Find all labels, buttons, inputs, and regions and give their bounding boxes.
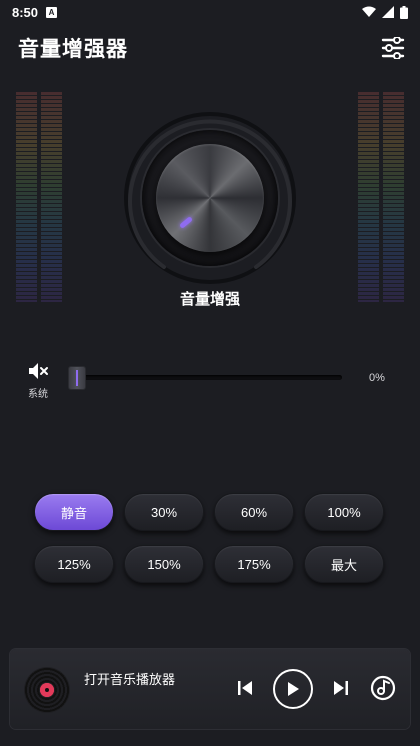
next-icon — [334, 681, 348, 695]
volume-knob[interactable] — [124, 112, 296, 284]
header: 音量增强器 — [18, 30, 406, 66]
volume-slider-track[interactable] — [70, 375, 342, 380]
page-title: 音量增强器 — [18, 38, 128, 61]
play-button[interactable] — [273, 669, 313, 709]
preset-button[interactable]: 静音 — [34, 493, 114, 531]
volume-slider-thumb[interactable] — [68, 366, 86, 390]
music-player-bar[interactable]: 打开音乐播放器 — [10, 649, 410, 729]
music-note-icon — [370, 675, 396, 701]
slider-value: 0% — [369, 372, 385, 384]
wifi-icon — [362, 6, 376, 17]
system-volume-row: 系统 0% — [0, 360, 420, 400]
spectrum-meter-left — [14, 92, 64, 302]
preset-button[interactable]: 60% — [214, 493, 294, 531]
music-app-button[interactable] — [370, 675, 396, 701]
status-bar: 8:50 A — [0, 0, 420, 24]
preset-button[interactable]: 175% — [214, 545, 294, 583]
player-label: 打开音乐播放器 — [84, 672, 176, 687]
spectrum-meter-right — [356, 92, 406, 302]
next-button[interactable] — [332, 679, 350, 697]
status-time: 8:50 — [12, 4, 39, 20]
app-notification-icon: A — [46, 6, 58, 18]
knob-cap[interactable] — [156, 144, 264, 252]
sliders-icon — [381, 37, 405, 59]
previous-button[interactable] — [236, 679, 254, 697]
signal-icon — [382, 6, 394, 18]
battery-icon — [400, 5, 408, 19]
settings-button[interactable] — [380, 35, 406, 61]
vinyl-disc-icon — [24, 667, 70, 713]
previous-icon — [238, 681, 252, 695]
mute-icon[interactable] — [28, 362, 50, 380]
play-icon — [288, 682, 299, 696]
preset-button[interactable]: 100% — [304, 493, 384, 531]
preset-button[interactable]: 125% — [34, 545, 114, 583]
knob-label: 音量增强 — [179, 291, 240, 308]
preset-button[interactable]: 30% — [124, 493, 204, 531]
system-label: 系统 — [28, 389, 48, 400]
preset-grid: 静音 30% 60% 100% 125% 150% 175% 最大 — [34, 493, 386, 583]
preset-button[interactable]: 最大 — [304, 545, 384, 583]
preset-button[interactable]: 150% — [124, 545, 204, 583]
status-icons — [362, 5, 408, 19]
